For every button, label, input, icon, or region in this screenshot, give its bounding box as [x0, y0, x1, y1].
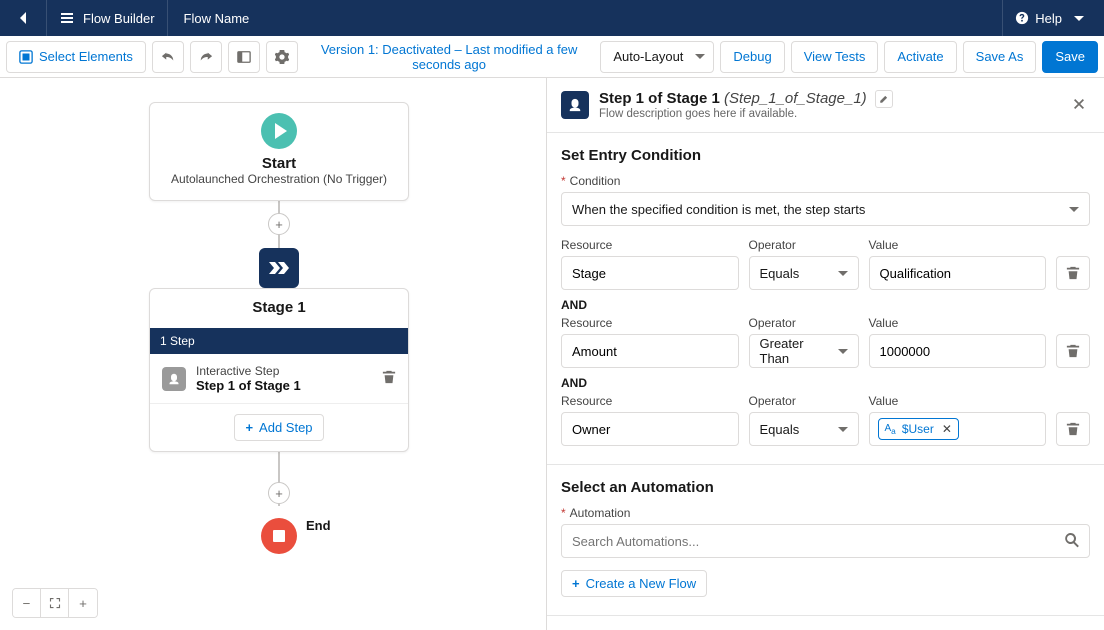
settings-button[interactable] [266, 41, 298, 73]
operator-label: Operator [749, 316, 859, 330]
flow-status-text: Version 1: Deactivated – Last modified a… [304, 42, 594, 72]
zoom-out-button[interactable]: − [13, 589, 41, 617]
edit-title-button[interactable] [875, 90, 893, 108]
chevron-down-icon [695, 54, 705, 59]
entry-condition-heading: Set Entry Condition [561, 147, 1090, 164]
plus-icon: + [245, 420, 253, 435]
operator-dropdown[interactable]: Greater Than [749, 334, 859, 368]
back-button[interactable] [12, 0, 36, 36]
close-panel-button[interactable] [1068, 93, 1090, 118]
resource-label: Resource [561, 238, 739, 252]
operator-dropdown[interactable]: Equals [749, 256, 859, 290]
logic-and-label: AND [561, 376, 1090, 390]
chevron-down-icon [838, 427, 848, 432]
automation-label: Automation [561, 506, 1090, 520]
value-input[interactable]: Aa $User ✕ [869, 412, 1047, 446]
undo-button[interactable] [152, 41, 184, 73]
select-elements-button[interactable]: Select Elements [6, 41, 146, 73]
search-icon [1064, 532, 1080, 551]
stage-step-count: 1 Step [150, 328, 408, 354]
condition-dropdown[interactable]: When the specified condition is met, the… [561, 192, 1090, 226]
start-node[interactable]: Start Autolaunched Orchestration (No Tri… [149, 102, 409, 201]
condition-label: Condition [561, 174, 1090, 188]
delete-condition-button[interactable] [1056, 256, 1090, 290]
activate-button[interactable]: Activate [884, 41, 956, 73]
debug-button[interactable]: Debug [720, 41, 784, 73]
layout-label: Auto-Layout [613, 49, 683, 64]
chevron-down-icon [1074, 16, 1084, 21]
zoom-fit-button[interactable] [41, 589, 69, 617]
add-element-button[interactable]: + [268, 482, 290, 504]
add-step-label: Add Step [259, 420, 313, 435]
chevron-down-icon [838, 271, 848, 276]
select-elements-label: Select Elements [39, 49, 133, 64]
redo-button[interactable] [190, 41, 222, 73]
start-subtitle: Autolaunched Orchestration (No Trigger) [162, 172, 396, 186]
layout-dropdown[interactable]: Auto-Layout [600, 41, 714, 73]
resource-label: Resource [561, 316, 739, 330]
remove-pill-button[interactable]: ✕ [942, 422, 952, 436]
operator-label: Operator [749, 394, 859, 408]
help-menu[interactable]: Help [1007, 11, 1092, 26]
automation-search-input[interactable] [561, 524, 1090, 558]
create-flow-label: Create a New Flow [586, 576, 697, 591]
resource-label: Resource [561, 394, 739, 408]
plus-icon: + [572, 576, 580, 591]
operator-label: Operator [749, 238, 859, 252]
zoom-in-button[interactable]: + [69, 589, 97, 617]
flow-canvas[interactable]: Start Autolaunched Orchestration (No Tri… [0, 78, 546, 630]
end-node[interactable] [261, 518, 297, 554]
logic-and-label: AND [561, 298, 1090, 312]
value-input[interactable] [869, 334, 1047, 368]
step-header-icon [561, 91, 589, 119]
operator-dropdown[interactable]: Equals [749, 412, 859, 446]
chevron-down-icon [1069, 207, 1079, 212]
flow-name-tab[interactable]: Flow Name [172, 11, 262, 26]
play-icon [261, 113, 297, 149]
delete-condition-button[interactable] [1056, 334, 1090, 368]
start-title: Start [162, 155, 396, 172]
step-name-label: Step 1 of Stage 1 [196, 378, 301, 393]
end-label: End [306, 518, 331, 533]
value-input[interactable] [869, 256, 1047, 290]
panel-api-name: (Step_1_of_Stage_1) [724, 90, 867, 107]
stage-icon [259, 248, 299, 288]
value-pill[interactable]: Aa $User ✕ [878, 418, 959, 440]
resource-input[interactable] [561, 334, 739, 368]
delete-step-button[interactable] [382, 370, 396, 387]
zoom-controls: − + [12, 588, 98, 618]
value-label: Value [869, 238, 1047, 252]
toggle-panel-button[interactable] [228, 41, 260, 73]
save-button[interactable]: Save [1042, 41, 1098, 73]
stage-title: Stage 1 [150, 289, 408, 328]
step-row[interactable]: Interactive Step Step 1 of Stage 1 [150, 354, 408, 404]
flow-builder-brand: Flow Builder [51, 10, 163, 26]
brand-label: Flow Builder [83, 11, 155, 26]
delete-condition-button[interactable] [1056, 412, 1090, 446]
condition-value: When the specified condition is met, the… [572, 202, 865, 217]
value-label: Value [869, 394, 1047, 408]
add-step-button[interactable]: + Add Step [234, 414, 323, 441]
stage-node[interactable]: Stage 1 1 Step Interactive Step Step 1 o… [149, 288, 409, 452]
help-label: Help [1035, 11, 1062, 26]
view-tests-button[interactable]: View Tests [791, 41, 879, 73]
resource-input[interactable] [561, 412, 739, 446]
step-type-label: Interactive Step [196, 364, 301, 378]
create-new-flow-button[interactable]: + Create a New Flow [561, 570, 707, 597]
select-automation-heading: Select an Automation [561, 479, 1090, 496]
save-as-button[interactable]: Save As [963, 41, 1037, 73]
value-label: Value [869, 316, 1047, 330]
interactive-step-icon [162, 367, 186, 391]
resource-input[interactable] [561, 256, 739, 290]
add-element-button[interactable]: + [268, 213, 290, 235]
panel-description: Flow description goes here if available. [599, 108, 1058, 120]
chevron-down-icon [838, 349, 848, 354]
property-panel: Step 1 of Stage 1 (Step_1_of_Stage_1) Fl… [546, 78, 1104, 630]
panel-title: Step 1 of Stage 1 [599, 90, 720, 107]
